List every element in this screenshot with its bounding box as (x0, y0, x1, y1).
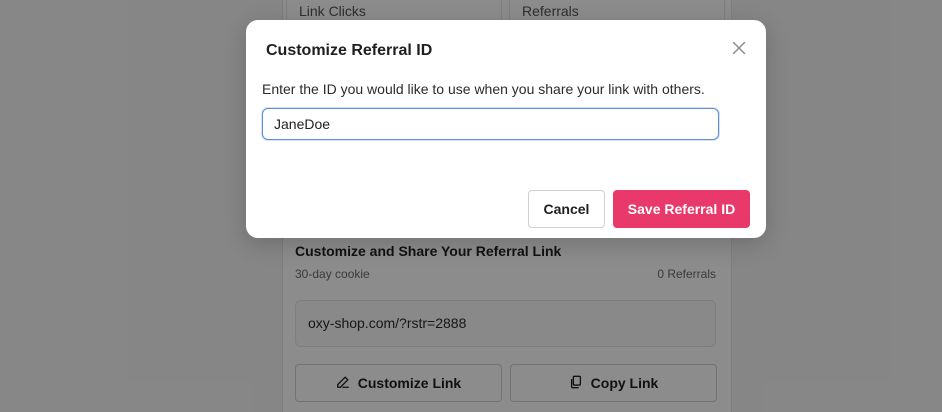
referral-id-input[interactable] (262, 108, 719, 140)
dialog-description: Enter the ID you would like to use when … (262, 81, 705, 97)
dialog-title: Customize Referral ID (266, 42, 433, 59)
customize-referral-id-dialog: Customize Referral ID Enter the ID you w… (246, 20, 766, 238)
save-referral-id-button[interactable]: Save Referral ID (613, 190, 750, 228)
cancel-button[interactable]: Cancel (528, 190, 605, 228)
close-icon[interactable] (730, 39, 748, 57)
